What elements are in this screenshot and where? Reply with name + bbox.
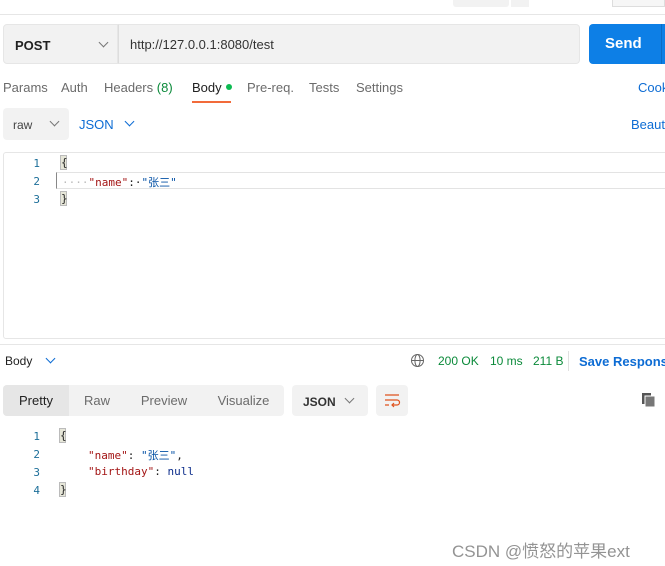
divider <box>0 344 665 345</box>
view-visualize[interactable]: Visualize <box>203 385 284 416</box>
body-type-select[interactable]: raw <box>3 108 69 140</box>
response-label: Body <box>5 354 33 368</box>
open-brace: { <box>60 155 68 170</box>
top-button[interactable] <box>453 0 509 7</box>
send-label: Send <box>605 35 642 52</box>
tab-headers[interactable]: Headers (8) <box>104 80 173 95</box>
format-label: JSON <box>79 117 114 132</box>
tab-pre-req[interactable]: Pre-req. <box>247 80 294 95</box>
globe-icon[interactable] <box>410 353 425 368</box>
send-button[interactable]: Send <box>589 24 665 64</box>
response-body-select[interactable]: Body <box>5 353 56 368</box>
body-format-select[interactable]: JSON <box>79 116 135 132</box>
tab-label: Headers <box>104 80 154 95</box>
json-key: "name" <box>88 449 128 462</box>
wrap-icon <box>385 394 401 408</box>
wrap-lines-button[interactable] <box>376 385 408 416</box>
watermark: CSDN @愤怒的苹果ext <box>452 542 630 561</box>
save-response-button[interactable]: Save Response <box>579 354 665 369</box>
close-brace: } <box>60 191 68 206</box>
response-time[interactable]: 10 ms <box>490 354 523 368</box>
line-number: 4 <box>33 484 40 497</box>
open-brace: { <box>59 428 67 443</box>
copy-icon[interactable] <box>641 392 657 408</box>
top-button[interactable] <box>511 0 529 7</box>
divider <box>568 351 569 371</box>
top-button[interactable] <box>612 0 665 7</box>
json-key: "birthday" <box>88 465 155 478</box>
line-number: 3 <box>33 466 40 479</box>
line-number: 2 <box>33 448 40 461</box>
tab-body[interactable]: Body <box>192 80 232 95</box>
view-raw[interactable]: Raw <box>69 385 125 416</box>
active-tab-underline <box>192 101 231 103</box>
status-code[interactable]: 200 OK <box>438 354 479 368</box>
beautify-link[interactable]: Beaut <box>631 117 665 132</box>
close-brace: } <box>59 482 67 497</box>
method-select[interactable]: POST <box>3 24 118 64</box>
tab-label: Body <box>192 80 222 95</box>
json-key: "name" <box>88 176 129 189</box>
line-number: 1 <box>33 157 40 170</box>
view-pretty[interactable]: Pretty <box>3 385 69 416</box>
response-format-select[interactable]: JSON <box>292 385 368 416</box>
cookies-link[interactable]: Cook <box>638 80 665 95</box>
format-label: JSON <box>303 395 336 409</box>
line-number: 2 <box>33 175 40 188</box>
colon: :· <box>128 176 142 189</box>
method-label: POST <box>15 38 51 53</box>
tab-auth[interactable]: Auth <box>61 80 88 95</box>
url-input[interactable]: http://127.0.0.1:8080/test <box>118 24 580 64</box>
active-dot-icon <box>225 84 232 90</box>
headers-count: (8) <box>156 80 173 95</box>
chevron-down-icon <box>45 353 56 364</box>
response-size[interactable]: 211 B <box>533 354 563 368</box>
json-value: null <box>167 465 194 478</box>
top-bar <box>0 0 665 15</box>
json-value: "张三" <box>141 449 177 462</box>
line-number: 3 <box>33 193 40 206</box>
json-value: "张三" <box>141 176 177 189</box>
chevron-down-icon <box>49 116 60 127</box>
line-number: 1 <box>33 430 40 443</box>
chevron-down-icon <box>98 37 109 48</box>
tab-params[interactable]: Params <box>3 80 48 95</box>
chevron-down-icon <box>124 116 135 127</box>
tab-settings[interactable]: Settings <box>356 80 403 95</box>
tab-tests[interactable]: Tests <box>309 80 339 95</box>
body-type-label: raw <box>13 118 33 132</box>
indent-whitespace: ···· <box>62 176 89 189</box>
view-preview[interactable]: Preview <box>125 385 203 416</box>
response-view-tabs: Pretty Raw Preview Visualize <box>3 385 284 416</box>
chevron-down-icon <box>344 393 355 404</box>
